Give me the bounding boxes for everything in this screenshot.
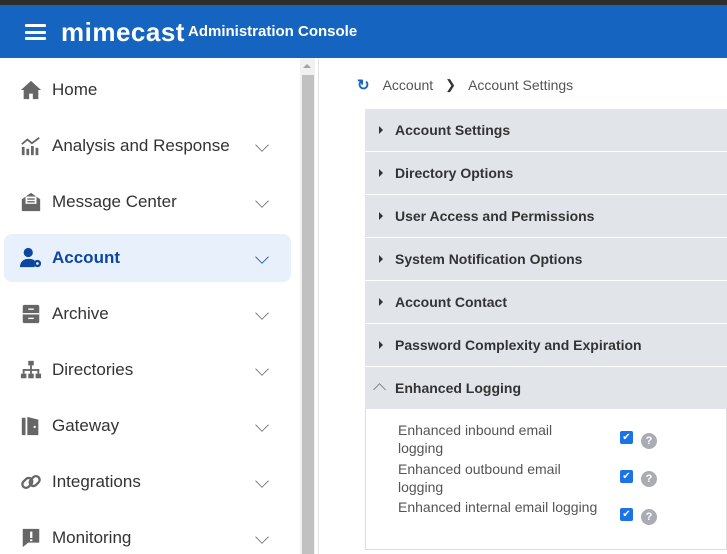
chevron-down-icon [255,474,269,488]
sidebar-item-directories[interactable]: Directories [4,346,291,394]
sidebar-item-label: Archive [52,304,109,323]
link-icon [21,474,41,490]
divider [318,58,319,554]
sidebar-scrollbar-thumb[interactable] [302,75,314,554]
hamburger-menu-icon[interactable] [25,24,46,40]
section-title: Account Contact [395,294,507,310]
help-icon[interactable]: ? [641,471,657,487]
sidebar-item-label: Account [52,248,120,267]
chevron-down-icon [255,250,269,264]
sidebar-item-label: Analysis and Response [52,136,230,155]
help-icon[interactable]: ? [641,509,657,525]
chevron-down-icon [255,362,269,376]
section-enhanced-logging[interactable]: Enhanced Logging [365,367,727,409]
sidebar-item-label: Home [52,80,98,99]
section-title: Password Complexity and Expiration [395,337,642,353]
sidebar-item-label: Integrations [52,472,141,491]
door-icon [21,416,39,436]
sidebar-nav: Home Analysis and Response Message Cente… [0,58,300,554]
caret-right-icon [379,212,383,220]
sidebar-item-label: Directories [52,360,134,379]
chevron-right-icon: ❯ [445,77,457,92]
section-system-notification-options[interactable]: System Notification Options [365,238,727,280]
sidebar-item-label: Gateway [52,416,120,435]
caret-right-icon [379,169,383,177]
internal-logging-checkbox[interactable]: ✔ [620,508,633,521]
caret-right-icon [379,126,383,134]
section-title: System Notification Options [395,251,583,267]
sidebar-item-monitoring[interactable]: Monitoring [4,514,291,554]
alert-icon [22,528,40,548]
section-title: Enhanced Logging [395,380,521,396]
section-password-complexity[interactable]: Password Complexity and Expiration [365,324,727,366]
scroll-up-arrow-icon[interactable] [303,64,311,68]
option-label: Enhanced outbound email logging [398,461,561,495]
caret-right-icon [379,341,383,349]
archive-icon [22,304,40,324]
chevron-down-icon [255,530,269,544]
sidebar-item-gateway[interactable]: Gateway [4,402,291,450]
chevron-up-icon [373,383,386,396]
help-icon[interactable]: ? [641,433,657,449]
app-title: Administration Console [188,23,358,40]
sidebar-item-account[interactable]: Account [4,234,291,282]
enhanced-logging-panel: Enhanced inbound email logging ✔ ? Enhan… [365,409,727,550]
breadcrumb-account-settings: Account Settings [468,77,574,93]
chevron-down-icon [255,306,269,320]
user-gear-icon [20,247,42,268]
refresh-icon[interactable]: ↻ [357,76,370,94]
chevron-down-icon [255,138,269,152]
sidebar-item-label: Monitoring [52,528,132,547]
chevron-down-icon [255,418,269,432]
caret-right-icon [379,255,383,263]
breadcrumb-account[interactable]: Account [383,77,434,93]
chart-icon [21,137,40,156]
mimecast-logo[interactable]: mimecast [61,17,185,48]
section-account-settings[interactable]: Account Settings [365,109,727,151]
inbound-logging-checkbox[interactable]: ✔ [620,431,633,444]
sidebar-item-integrations[interactable]: Integrations [4,458,291,506]
sidebar-item-analysis-and-response[interactable]: Analysis and Response [4,122,291,170]
envelope-icon [21,192,41,212]
section-title: Account Settings [395,122,511,138]
section-account-contact[interactable]: Account Contact [365,281,727,323]
sidebar-item-label: Message Center [52,192,177,211]
section-title: User Access and Permissions [395,208,595,224]
breadcrumb: ↻ Account ❯ Account Settings [357,76,573,94]
app-header: mimecast Administration Console [0,5,727,58]
sidebar-item-home[interactable]: Home [4,66,291,114]
outbound-logging-checkbox[interactable]: ✔ [620,470,633,483]
section-title: Directory Options [395,165,514,181]
settings-accordion: Account Settings Directory Options User … [365,109,727,550]
chevron-down-icon [255,194,269,208]
sidebar-item-message-center[interactable]: Message Center [4,178,291,226]
option-label: Enhanced inbound email logging [398,422,553,456]
hierarchy-icon [20,360,42,379]
section-directory-options[interactable]: Directory Options [365,152,727,194]
caret-right-icon [379,298,383,306]
option-label: Enhanced internal email logging [398,499,598,515]
sidebar-item-archive[interactable]: Archive [4,290,291,338]
section-user-access-and-permissions[interactable]: User Access and Permissions [365,195,727,237]
home-icon [20,80,42,100]
